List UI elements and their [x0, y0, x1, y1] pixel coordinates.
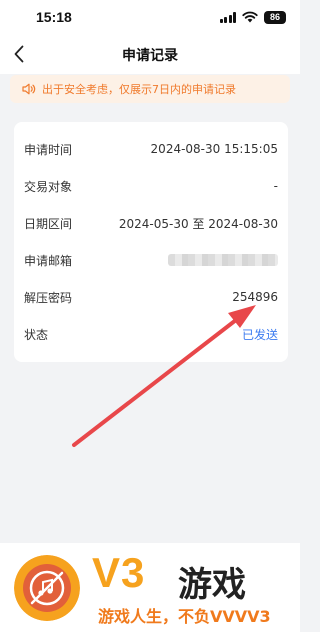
row-value: 2024-08-30 15:15:05: [150, 142, 278, 156]
row-value: 2024-05-30 至 2024-08-30: [118, 216, 278, 231]
battery-icon: 86: [264, 10, 286, 24]
row-label: 申请邮箱: [24, 253, 73, 268]
row-email: 申请邮箱: [24, 250, 278, 270]
status-value[interactable]: 已发送: [242, 326, 278, 343]
status-time: 15:18: [36, 9, 72, 25]
wifi-icon: [242, 11, 258, 23]
row-password: 解压密码 254896: [24, 287, 278, 307]
record-card: 申请时间 2024-08-30 15:15:05 交易对象 - 日期区间 202…: [14, 122, 288, 362]
redacted-email: [168, 254, 278, 266]
status-bar: 15:18 86: [0, 0, 300, 34]
row-value: -: [273, 179, 278, 193]
brand-name: 游戏: [178, 565, 246, 605]
watermark: V3 游戏 游戏人生，不负VVVV3: [0, 543, 300, 632]
notice-text: 出于安全考虑，仅展示7日内的申请记录: [42, 83, 236, 96]
brand-slogan: 游戏人生，不负VVVV3: [98, 607, 271, 626]
row-apply-time: 申请时间 2024-08-30 15:15:05: [24, 139, 278, 159]
brand-logo-icon: [14, 555, 80, 621]
row-label: 解压密码: [24, 290, 73, 305]
row-label: 状态: [24, 327, 49, 342]
brand-v3: V3: [92, 549, 146, 596]
row-label: 日期区间: [24, 216, 73, 231]
row-value: 254896: [232, 290, 278, 304]
notice-banner: 出于安全考虑，仅展示7日内的申请记录: [10, 75, 290, 103]
row-counterparty: 交易对象 -: [24, 176, 278, 196]
cellular-signal-icon: [219, 11, 236, 23]
nav-bar: 申请记录: [0, 34, 300, 74]
row-status: 状态 已发送: [24, 324, 278, 344]
status-icons: 86: [219, 10, 286, 24]
row-date-range: 日期区间 2024-05-30 至 2024-08-30: [24, 213, 278, 233]
speaker-icon: [22, 83, 36, 95]
row-label: 申请时间: [24, 142, 73, 157]
page-title: 申请记录: [122, 48, 178, 64]
row-label: 交易对象: [24, 179, 73, 194]
